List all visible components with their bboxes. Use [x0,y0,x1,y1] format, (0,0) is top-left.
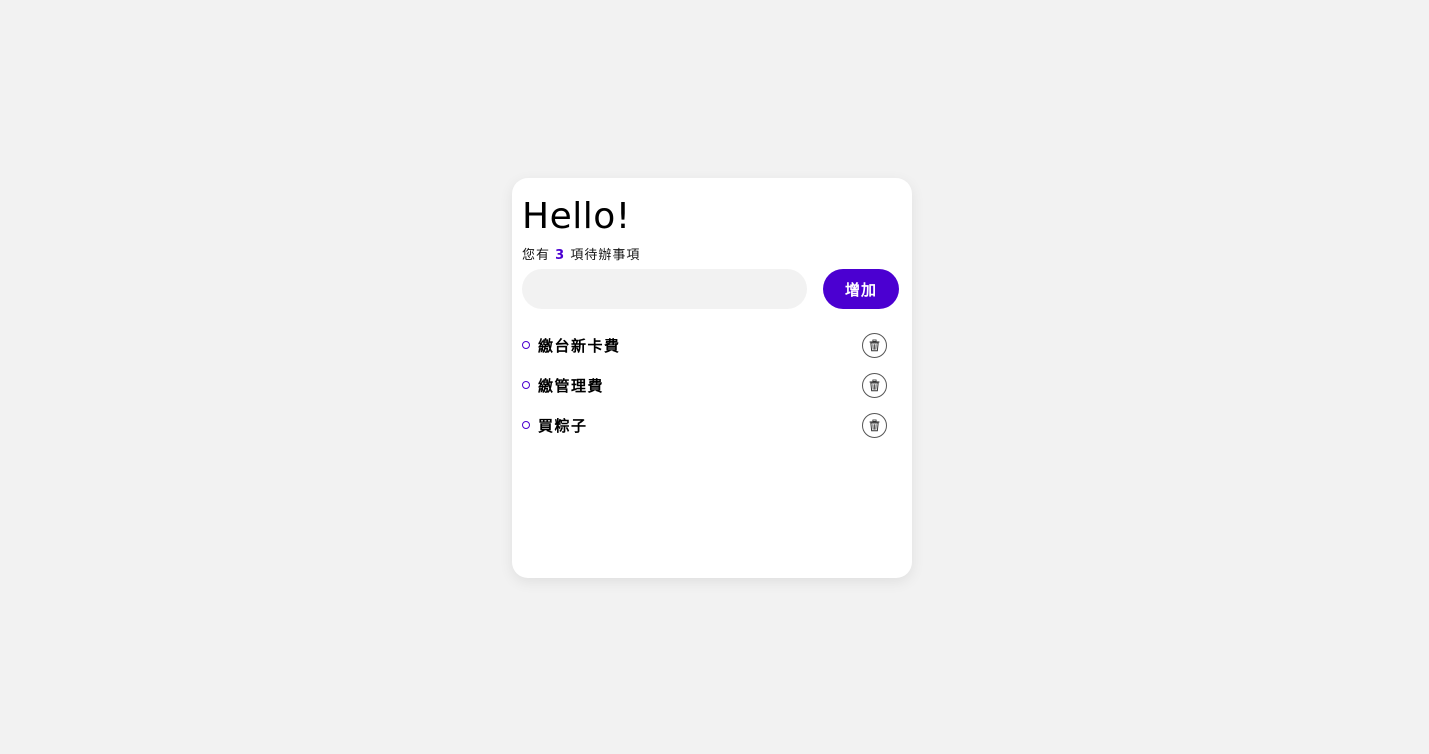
trash-icon [869,419,880,431]
todo-item: 繳台新卡費 [522,325,887,365]
todo-item-content: 買粽子 [522,415,588,436]
todo-item-content: 繳管理費 [522,375,604,396]
add-task-form: 增加 [522,269,899,309]
task-input[interactable] [522,269,807,309]
todo-item-text: 繳管理費 [538,376,605,395]
delete-button[interactable] [862,372,887,398]
todo-summary: 您有 3 項待辦事項 [522,244,640,263]
todo-count: 3 [555,248,566,263]
todo-item-text: 買粽子 [538,416,588,435]
circle-bullet-icon[interactable] [522,381,530,389]
delete-button[interactable] [862,332,887,358]
todo-item: 買粽子 [522,405,887,445]
trash-icon [869,379,880,391]
add-button[interactable]: 增加 [823,269,899,309]
todo-item: 繳管理費 [522,365,887,405]
todo-item-text: 繳台新卡費 [538,336,621,355]
summary-prefix: 您有 [522,248,551,263]
todo-item-content: 繳台新卡費 [522,335,621,356]
trash-icon [869,339,880,351]
circle-bullet-icon[interactable] [522,341,530,349]
todo-card: Hello! 您有 3 項待辦事項 增加 繳台新卡費 繳管理費 買粽子 [512,178,912,578]
summary-suffix: 項待辦事項 [570,248,641,263]
delete-button[interactable] [862,412,887,438]
page-title: Hello! [522,196,631,237]
circle-bullet-icon[interactable] [522,421,530,429]
todo-list: 繳台新卡費 繳管理費 買粽子 [522,325,887,445]
